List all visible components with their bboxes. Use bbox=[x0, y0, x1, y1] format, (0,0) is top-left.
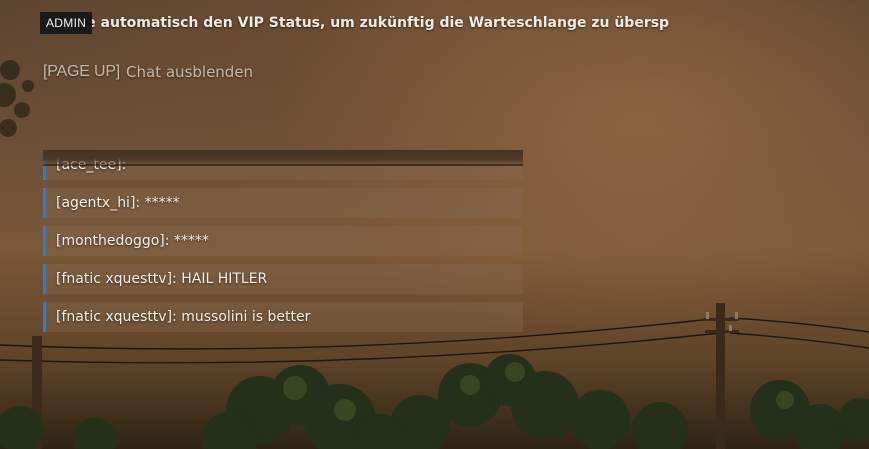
chat-divider bbox=[43, 164, 523, 166]
announcement-text: e automatisch den VIP Status, um zukünft… bbox=[86, 15, 670, 31]
admin-badge: ADMIN bbox=[40, 12, 93, 34]
admin-announcement: ADMIN e automatisch den VIP Status, um z… bbox=[40, 12, 669, 34]
chat-toggle-hint: [PAGE UP] Chat ausblenden bbox=[43, 63, 253, 81]
keybind-label: [PAGE UP] bbox=[43, 63, 121, 80]
chat-message-text: [monthedoggo]: ***** bbox=[56, 233, 209, 249]
chat-message: [agentx_hi]: ***** bbox=[43, 188, 523, 218]
chat-message: [fnatic xquesttv]: HAIL HITLER bbox=[43, 264, 523, 294]
hide-chat-label: Chat ausblenden bbox=[126, 63, 254, 81]
chat-message: [fnatic xquesttv]: mussolini is better bbox=[43, 302, 523, 332]
chat-message: [monthedoggo]: ***** bbox=[43, 226, 523, 256]
chat-message-text: [fnatic xquesttv]: HAIL HITLER bbox=[56, 271, 268, 287]
chat-message-text: [agentx_hi]: ***** bbox=[56, 195, 180, 211]
chat-log[interactable]: [ace_tee]: [agentx_hi]: ***** [monthedog… bbox=[43, 150, 523, 335]
chat-message-text: [fnatic xquesttv]: mussolini is better bbox=[56, 309, 311, 325]
